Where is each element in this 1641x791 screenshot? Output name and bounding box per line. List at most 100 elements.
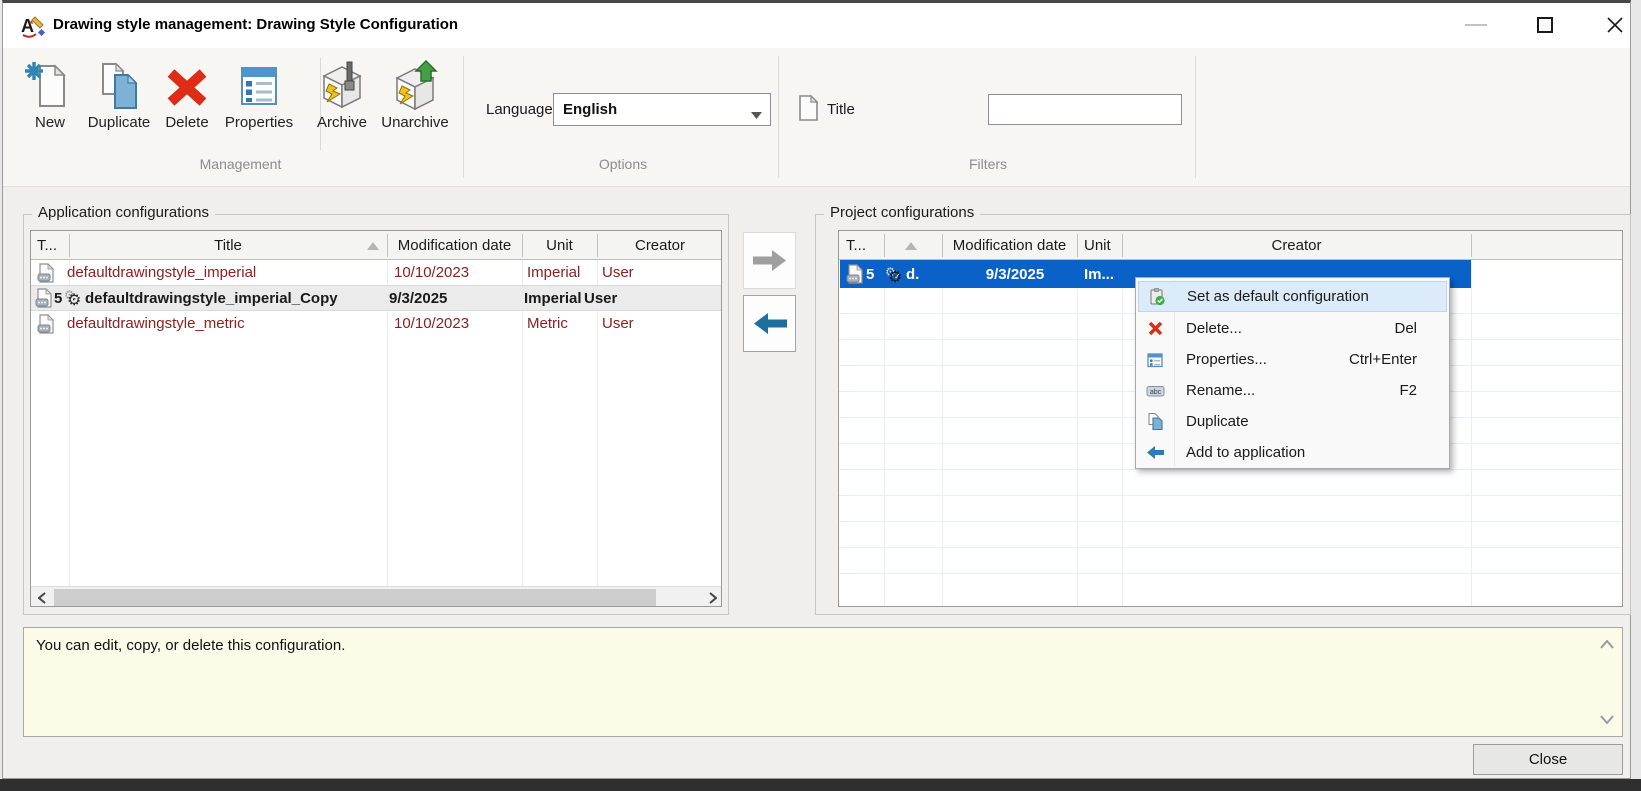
close-button[interactable]: Close	[1473, 744, 1623, 775]
application-configurations-table: T... Title Modification date Unit Creato…	[30, 230, 722, 607]
menu-item-add-to-application[interactable]: Add to application	[1138, 437, 1447, 468]
info-panel: You can edit, copy, or delete this confi…	[23, 627, 1623, 737]
maximize-icon	[1537, 17, 1553, 33]
menu-item-delete[interactable]: Delete... Del	[1138, 313, 1447, 344]
row-date: 10/10/2023	[394, 260, 469, 285]
scroll-down-icon[interactable]	[1600, 711, 1614, 728]
row-unit: Metric	[527, 311, 568, 336]
right-table-header: T... Modification date Unit Creator	[839, 231, 1622, 260]
application-configurations-title: Application configurations	[32, 204, 215, 221]
titlebar: A Drawing style management: Drawing Styl…	[3, 3, 1630, 49]
left-col-title[interactable]: Title	[69, 231, 387, 260]
arrow-left-icon	[1145, 443, 1165, 463]
right-col-creator[interactable]: Creator	[1122, 231, 1471, 260]
app-icon: A	[20, 12, 48, 44]
right-col-type[interactable]: T...	[846, 231, 881, 260]
dws-file-icon	[35, 286, 52, 310]
archive-button[interactable]: Archive	[311, 60, 373, 131]
row-badge: 5	[866, 260, 874, 288]
title-filter-icon	[797, 94, 819, 126]
table-row-current[interactable]: 5 ⚙⚙✓ defaultdrawingstyle_imperial_Copy …	[31, 285, 722, 311]
right-col-unit[interactable]: Unit	[1077, 231, 1122, 260]
table-row[interactable]: defaultdrawingstyle_imperial 10/10/2023 …	[31, 260, 722, 285]
delete-button[interactable]: Delete	[159, 60, 215, 131]
move-to-project-button[interactable]	[743, 232, 796, 289]
ribbon-separator	[463, 56, 464, 178]
window-title: Drawing style management: Drawing Style …	[53, 16, 458, 33]
title-filter-input[interactable]	[988, 94, 1182, 125]
row-title: defaultdrawingstyle_imperial	[67, 260, 256, 285]
menu-item-duplicate[interactable]: Duplicate	[1138, 406, 1447, 437]
arrow-right-icon	[751, 247, 789, 274]
chevron-down-icon	[751, 106, 762, 123]
hscroll-thumb[interactable]	[54, 589, 656, 606]
left-col-unit[interactable]: Unit	[522, 231, 597, 260]
minimize-icon	[1465, 24, 1487, 26]
delete-icon	[161, 60, 213, 112]
set-default-icon	[1146, 287, 1166, 307]
duplicate-icon	[1145, 412, 1165, 432]
project-configurations-title: Project configurations	[824, 204, 980, 221]
delete-icon	[1145, 319, 1165, 339]
row-unit: Imperial	[524, 286, 582, 310]
ribbon-separator	[1195, 56, 1196, 178]
duplicate-icon	[93, 60, 145, 112]
scroll-up-icon[interactable]	[1600, 636, 1614, 653]
language-value: English	[563, 101, 617, 118]
left-table-hscrollbar[interactable]	[31, 586, 722, 607]
menu-item-properties[interactable]: Properties... Ctrl+Enter	[1138, 344, 1447, 375]
dws-file-icon	[37, 311, 54, 336]
group-label-management: Management	[153, 156, 328, 172]
new-document-icon	[24, 60, 76, 112]
properties-icon	[233, 60, 285, 112]
context-menu: Set as default configuration Delete... D…	[1135, 277, 1450, 469]
unarchive-icon	[389, 60, 441, 112]
row-creator: User	[602, 311, 634, 336]
language-dropdown[interactable]: English	[553, 93, 771, 126]
table-row[interactable]: defaultdrawingstyle_metric 10/10/2023 Me…	[31, 311, 722, 336]
duplicate-button[interactable]: Duplicate	[81, 60, 157, 131]
right-col-date[interactable]: Modification date	[942, 231, 1077, 260]
close-window-button[interactable]	[1593, 9, 1637, 41]
info-message: You can edit, copy, or delete this confi…	[36, 637, 345, 654]
maximize-button[interactable]	[1523, 9, 1567, 41]
properties-button[interactable]: Properties	[219, 60, 299, 131]
left-col-type[interactable]: T...	[37, 231, 67, 260]
row-badge: 5	[54, 286, 62, 310]
svg-text:abc: abc	[1149, 388, 1161, 395]
rename-icon: abc	[1145, 381, 1165, 401]
sort-ascending-icon	[367, 242, 379, 250]
arrow-left-icon	[751, 310, 789, 337]
title-filter-label: Title	[827, 101, 855, 118]
left-col-creator[interactable]: Creator	[597, 231, 722, 260]
dws-file-icon	[37, 260, 54, 285]
menu-item-rename[interactable]: abc Rename... F2	[1138, 375, 1447, 406]
screen-bottom-edge	[0, 779, 1641, 791]
row-title: defaultdrawingstyle_metric	[67, 311, 245, 336]
scroll-right-icon[interactable]	[702, 587, 722, 607]
group-label-filters: Filters	[913, 156, 1063, 172]
minimize-button[interactable]	[1454, 9, 1498, 41]
row-unit: Imperial	[527, 260, 580, 285]
menu-item-set-default[interactable]: Set as default configuration	[1138, 281, 1447, 312]
svg-text:A: A	[21, 16, 34, 36]
ribbon-separator	[778, 56, 779, 178]
scroll-left-icon[interactable]	[31, 587, 52, 607]
dws-file-icon	[846, 260, 863, 288]
unarchive-button[interactable]: Unarchive	[375, 60, 455, 131]
dialog-window: A Drawing style management: Drawing Styl…	[2, 0, 1631, 779]
default-gear-icon: ⚙⚙✓	[66, 293, 84, 311]
row-creator: User	[584, 286, 617, 310]
group-label-options: Options	[548, 156, 698, 172]
row-date: 9/3/2025	[389, 286, 447, 310]
left-table-header: T... Title Modification date Unit Creato…	[31, 231, 721, 260]
close-icon	[1606, 16, 1624, 34]
row-unit: Im...	[1084, 260, 1114, 288]
row-title: defaultdrawingstyle_imperial_Copy	[85, 286, 338, 310]
left-col-date[interactable]: Modification date	[387, 231, 522, 260]
add-to-application-button[interactable]	[743, 295, 796, 352]
default-gear-icon: ⚙⚙✓	[887, 270, 905, 288]
archive-icon	[316, 60, 368, 112]
new-button[interactable]: New	[23, 60, 77, 131]
language-label: Language	[486, 101, 553, 118]
